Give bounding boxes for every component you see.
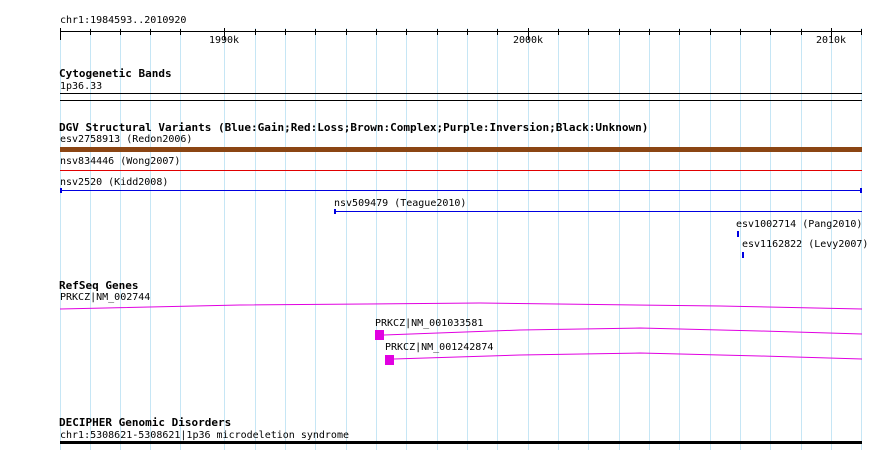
gene-models: [59, 302, 863, 360]
gene-label: PRKCZ|NM_001242874: [385, 342, 494, 353]
gene-intron-line: [383, 327, 863, 336]
gene-label: PRKCZ|NM_001033581: [375, 318, 484, 329]
decipher-feature-label: chr1:5308621-5308621|1p36 microdeletion …: [60, 430, 349, 441]
gene-exon[interactable]: [375, 330, 384, 340]
decipher-track-title: DECIPHER Genomic Disorders: [59, 416, 232, 429]
genome-browser: chr1:1984593..2010920 1990k 2000k 2010k …: [0, 0, 890, 450]
gene-intron-line: [59, 302, 863, 310]
gene-exon[interactable]: [385, 355, 394, 365]
gene-intron-line: [393, 352, 863, 360]
decipher-feature-bar[interactable]: [60, 441, 862, 444]
